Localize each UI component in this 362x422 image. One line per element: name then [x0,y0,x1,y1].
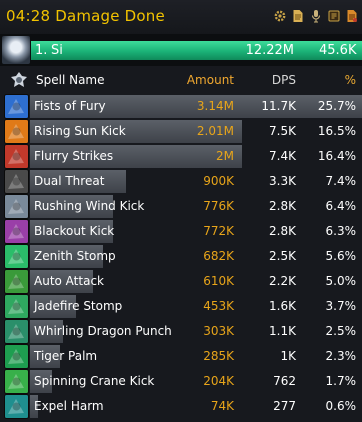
rising-sun-kick-icon [4,119,29,144]
spell-amount: 2M [216,149,234,163]
spell-name: Expel Harm [34,399,104,413]
spell-percent: 5.6% [325,249,357,263]
column-header-row: Spell Name Amount DPS % [0,69,362,91]
spell-amount: 3.14M [196,99,234,113]
whirling-dragon-punch-icon [4,319,29,344]
spell-name: Spinning Crane Kick [34,374,155,388]
spell-name: Rushing Wind Kick [34,199,145,213]
spell-name: Jadefire Stomp [34,299,123,313]
spell-percent: 25.7% [317,99,356,113]
spell-percent: 6.3% [325,224,357,238]
spell-row[interactable]: Fists of Fury 3.14M 11.7K 25.7% [0,94,362,119]
spell-dps: 1K [280,349,296,363]
spell-name: Fists of Fury [34,99,106,113]
spell-name: Zenith Stomp [34,249,116,263]
zenith-stomp-icon [4,244,29,269]
spell-row[interactable]: Whirling Dragon Punch 303K 1.1K 2.5% [0,319,362,344]
spell-percent: 5.0% [325,274,357,288]
spell-amount: 900K [203,174,234,188]
spell-dps: 2.5K [269,249,296,263]
damage-meter-window: 04:28 Damage Done 1. Si 12.22M 45.6K Spe… [0,0,362,422]
spell-percent: 2.3% [325,349,357,363]
spell-row[interactable]: Dual Threat 900K 3.3K 7.4% [0,169,362,194]
flurry-strikes-icon [4,144,29,169]
spell-name: Tiger Palm [34,349,98,363]
column-header-amount[interactable]: Amount [187,69,234,91]
spell-percent: 7.4% [325,174,357,188]
spell-percent: 6.4% [325,199,357,213]
spell-name: Flurry Strikes [34,149,114,163]
spell-row[interactable]: Auto Attack 610K 2.2K 5.0% [0,269,362,294]
spinning-crane-kick-icon [4,369,29,394]
reset-icon[interactable] [328,9,340,23]
column-header-percent[interactable]: % [345,69,356,91]
document-icon[interactable] [292,9,304,23]
spell-row[interactable]: Jadefire Stomp 453K 1.6K 3.7% [0,294,362,319]
spell-amount: 772K [203,224,234,238]
spell-dps: 762 [273,374,296,388]
spell-amount: 776K [203,199,234,213]
report-icon[interactable] [346,9,358,23]
spell-amount: 682K [203,249,234,263]
player-portrait [2,36,30,64]
player-row[interactable]: 1. Si 12.22M 45.6K [0,34,362,66]
player-name: Si [51,43,63,58]
spell-name: Blackout Kick [34,224,115,238]
blackout-kick-icon [4,219,29,244]
player-class-icon [11,72,27,87]
spell-percent: 16.4% [317,149,356,163]
microphone-icon[interactable] [310,9,322,23]
spell-percent: 2.5% [325,324,357,338]
spell-name: Rising Sun Kick [34,124,126,138]
spell-amount: 285K [203,349,234,363]
spell-row[interactable]: Tiger Palm 285K 1K 2.3% [0,344,362,369]
spell-amount: 303K [203,324,234,338]
tiger-palm-icon [4,344,29,369]
column-header-spell-name[interactable]: Spell Name [36,69,105,91]
spell-row[interactable]: Expel Harm 74K 277 0.6% [0,394,362,419]
player-rank: 1. [35,43,48,58]
fists-of-fury-icon [4,94,29,119]
spell-name: Auto Attack [34,274,104,288]
spell-percent: 16.5% [317,124,356,138]
window-title: 04:28 Damage Done [6,7,165,25]
spell-name: Whirling Dragon Punch [34,324,172,338]
auto-attack-icon [4,269,29,294]
spell-dps: 3.3K [269,174,296,188]
spell-dps: 1.6K [269,299,296,313]
spell-dps: 2.2K [269,274,296,288]
spell-amount: 610K [203,274,234,288]
spell-row[interactable]: Zenith Stomp 682K 2.5K 5.6% [0,244,362,269]
spell-dps: 11.7K [261,99,296,113]
expel-harm-icon [4,394,29,419]
column-header-dps[interactable]: DPS [272,69,296,91]
spell-dps: 1.1K [269,324,296,338]
spell-row[interactable]: Rising Sun Kick 2.01M 7.5K 16.5% [0,119,362,144]
player-dps: 45.6K [319,43,357,58]
spell-percent: 1.7% [325,374,357,388]
spell-row[interactable]: Rushing Wind Kick 776K 2.8K 6.4% [0,194,362,219]
jadefire-stomp-icon [4,294,29,319]
spell-percent: 3.7% [325,299,357,313]
player-damage-bar [31,41,362,60]
spell-amount: 453K [203,299,234,313]
spell-amount: 74K [210,399,234,413]
spell-percent: 0.6% [325,399,357,413]
spell-name: Dual Threat [34,174,105,188]
spell-dps: 2.8K [269,199,296,213]
title-bar[interactable]: 04:28 Damage Done [0,0,362,34]
spell-amount: 2.01M [196,124,234,138]
spell-dps: 2.8K [269,224,296,238]
spell-row[interactable]: Blackout Kick 772K 2.8K 6.3% [0,219,362,244]
rushing-wind-kick-icon [4,194,29,219]
dual-threat-icon [4,169,29,194]
gear-icon[interactable] [274,9,286,23]
spell-dps: 7.5K [269,124,296,138]
spell-row[interactable]: Flurry Strikes 2M 7.4K 16.4% [0,144,362,169]
spell-row[interactable]: Spinning Crane Kick 204K 762 1.7% [0,369,362,394]
spell-dps: 277 [273,399,296,413]
player-amount: 12.22M [245,43,294,58]
spell-amount: 204K [203,374,234,388]
spell-dps: 7.4K [269,149,296,163]
